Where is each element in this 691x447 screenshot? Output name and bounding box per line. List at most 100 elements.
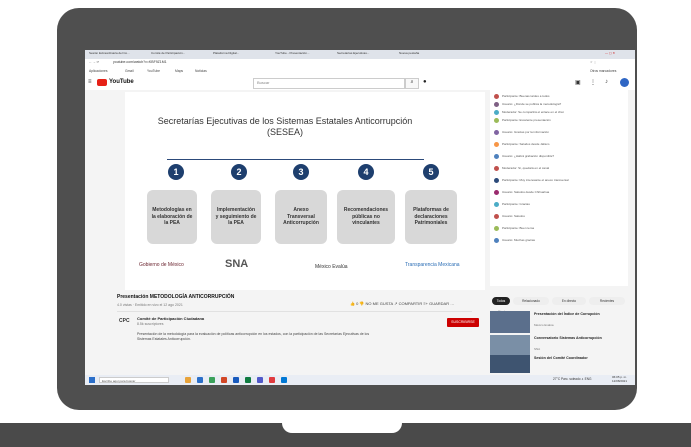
chat-message: Usuario: ¿Habrá grabación disponible? [494, 154, 624, 160]
recommendation-title[interactable]: Sesión del Comité Coordinador [534, 356, 626, 361]
step-box: Implementación y seguimiento de la PEA [211, 190, 261, 244]
youtube-logo-icon[interactable] [97, 79, 107, 86]
search-icon[interactable]: ⌕ [405, 78, 419, 89]
taskbar-search[interactable]: Escribe aquí para buscar [99, 377, 169, 383]
filter-chips: Todos Relacionado En directo Recientes [490, 297, 630, 307]
recommendation-item[interactable]: Conversatorio Sistemas Anticorrupción SN… [490, 335, 630, 357]
gobierno-logo: Gobierno de México [139, 262, 184, 268]
bookmark[interactable]: Noticias [195, 69, 207, 73]
bookmark[interactable]: YouTube [147, 69, 160, 73]
chat-message: Participante: Excelente presentación [494, 118, 624, 124]
live-chat: Participante: Buenas tardes a todos Usua… [490, 90, 628, 314]
bookmark[interactable]: Otros marcadores [590, 69, 616, 73]
window-controls[interactable]: — ▢ ✕ [605, 51, 633, 58]
slide-subtitle: (SESEA) [266, 127, 303, 137]
word-icon[interactable] [233, 377, 239, 383]
mexico-evalua-logo: México Evalúa [315, 264, 348, 270]
clock[interactable]: 06:05 p. m. 12/08/2021 [612, 375, 628, 383]
recommendation-channel: México Evalúa [534, 323, 554, 327]
bell-icon[interactable]: ♪ [605, 79, 608, 85]
chat-message: Moderador: Se compartirá el enlace en el… [494, 110, 624, 116]
transparencia-logo: Transparencia Mexicana [405, 262, 460, 268]
chat-message: Usuario: ¿Dónde se publica la metodologí… [494, 102, 624, 108]
slide-connector-line [167, 159, 424, 160]
browser-tab[interactable]: Plataforma Digital... [213, 51, 271, 58]
edge-icon[interactable] [197, 377, 203, 383]
browser-tab[interactable]: Nueva pestaña [399, 51, 457, 58]
step-box: Metodologías en la elaboración de la PEA [147, 190, 197, 244]
app-icon[interactable] [269, 377, 275, 383]
bookmark[interactable]: Aplicaciones [89, 69, 108, 73]
browser-tab[interactable]: Sesión Extraordinaria del Co... [89, 51, 147, 58]
teams-icon[interactable] [257, 377, 263, 383]
browser-tab[interactable]: YouTube - Presentación... [275, 51, 333, 58]
browser-tab[interactable]: Secretarías Ejecutivas... [337, 51, 395, 58]
create-icon[interactable]: ▣ [575, 79, 581, 86]
video-player[interactable]: Secretarías Ejecutivas de los Sistemas E… [125, 92, 485, 290]
step-number: 4 [358, 164, 374, 180]
video-meta: 4.0 vistas · Emitido en vivo el 12 ago 2… [117, 303, 183, 307]
video-thumbnail[interactable] [490, 335, 530, 357]
chip-all[interactable]: Todos [492, 297, 510, 305]
chrome-icon[interactable] [209, 377, 215, 383]
clock-date: 12/08/2021 [612, 378, 628, 383]
step-number: 5 [423, 164, 439, 180]
apps-icon[interactable]: ⋮ [590, 79, 596, 86]
video-description: Presentación de la metodología para la e… [137, 332, 370, 341]
youtube-logo-text[interactable]: YouTube [109, 79, 134, 85]
recommendation-title[interactable]: Presentación del Índice de Corrupción [534, 312, 626, 317]
step-number: 3 [293, 164, 309, 180]
video-actions[interactable]: 👍 0 👎 NO ME GUSTA ↗ COMPARTIR ≡+ GUARDAR… [350, 301, 454, 306]
chat-message: Participante: Buen tema [494, 226, 624, 232]
chat-message: Usuario: Gracias por la información [494, 130, 624, 136]
bookmark[interactable]: Gmail [125, 69, 134, 73]
chat-message: Participante: Buenas tardes a todos [494, 94, 624, 100]
avatar[interactable] [620, 78, 629, 87]
outlook-icon[interactable] [281, 377, 287, 383]
url-field[interactable]: youtube.com/watch?v=KBF9Z1M1 [113, 60, 167, 64]
step-box: Anexo Transversal Anticorrupción [275, 190, 327, 244]
video-thumbnail[interactable] [490, 311, 530, 333]
step-number: 1 [168, 164, 184, 180]
chat-message: Usuario: Saludos [494, 214, 624, 220]
channel-subscribers: 8.5k suscriptores [137, 322, 164, 326]
sna-logo: SNA [225, 258, 249, 270]
search-placeholder: Buscar [257, 80, 270, 85]
laptop-hinge [282, 423, 402, 433]
chip-live[interactable]: En directo [552, 297, 586, 305]
recommendation-title[interactable]: Conversatorio Sistemas Anticorrupción [534, 336, 626, 341]
extensions-icon[interactable]: ☆ ⋮ [590, 60, 597, 67]
channel-name[interactable]: Comité de Participación Ciudadana [137, 316, 204, 321]
subscribe-button[interactable]: SUSCRIBIRSE [447, 318, 479, 327]
menu-icon[interactable]: ≡ [88, 79, 92, 85]
chip-recent[interactable]: Recientes [589, 297, 625, 305]
step-number: 2 [231, 164, 247, 180]
microphone-icon[interactable]: ● [423, 79, 427, 85]
chat-message: Usuario: Saludos desde Chihuahua [494, 190, 624, 196]
windows-taskbar: Escribe aquí para buscar 27°C Parc. sole… [85, 375, 635, 385]
file-explorer-icon[interactable] [185, 377, 191, 383]
chat-message: Participante: Gracias [494, 202, 624, 208]
laptop-screen: Sesión Extraordinaria del Co... Comité d… [85, 50, 635, 385]
browser-tab[interactable]: Comité de Participación... [151, 51, 209, 58]
chip-related[interactable]: Relacionado [513, 297, 549, 305]
recommendation-item[interactable]: Presentación del Índice de Corrupción Mé… [490, 311, 630, 333]
bookmark[interactable]: Maps [175, 69, 183, 73]
sponsor-logos: Gobierno de México SNA México Evalúa Tra… [125, 252, 485, 288]
youtube-header: ≡ YouTube Buscar ⌕ ● ▣ ⋮ ♪ [85, 76, 635, 90]
recommendation-item[interactable]: Sesión del Comité Coordinador [490, 355, 630, 373]
start-icon[interactable] [89, 377, 95, 383]
search-input[interactable]: Buscar [253, 78, 405, 89]
browser-tab-bar: Sesión Extraordinaria del Co... Comité d… [85, 50, 635, 59]
recommendation-channel: SNA [534, 347, 541, 351]
step-box: Recomendaciones públicas no vinculantes [337, 190, 395, 244]
channel-avatar[interactable]: CPC [119, 318, 131, 326]
video-title: Presentación METODOLOGÍA ANTICORRUPCIÓN [117, 294, 235, 300]
chat-message: Moderador: Sí, quedará en el canal [494, 166, 624, 172]
nav-buttons[interactable]: ← → ⟳ [89, 60, 99, 67]
system-tray[interactable]: 27°C Parc. soleado ∧ ENG [553, 377, 592, 381]
excel-icon[interactable] [245, 377, 251, 383]
chat-message: Usuario: Muchas gracias [494, 238, 624, 244]
video-thumbnail[interactable] [490, 355, 530, 373]
powerpoint-icon[interactable] [221, 377, 227, 383]
